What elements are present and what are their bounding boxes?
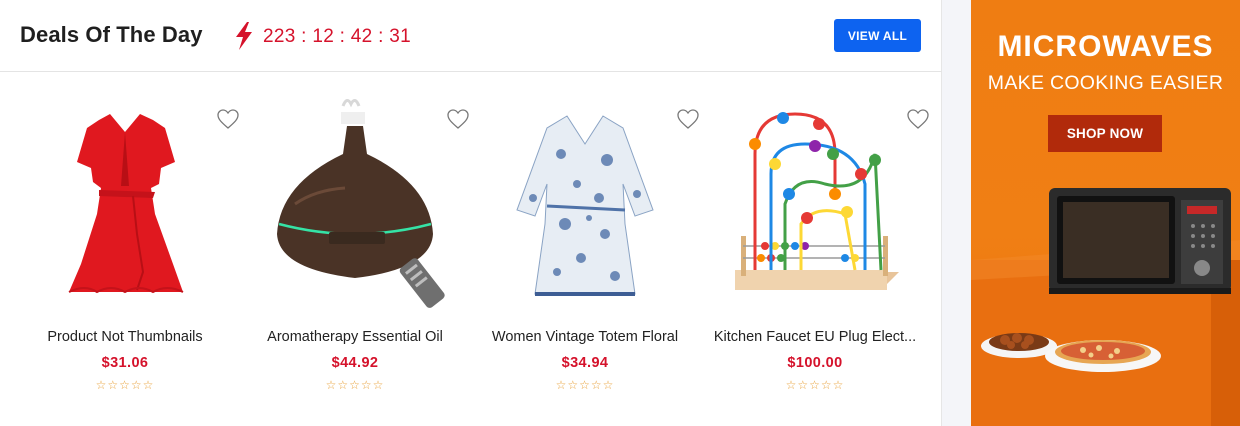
product-list: Product Not Thumbnails $31.06 ☆☆☆☆☆ Arom…	[0, 72, 942, 425]
product-card[interactable]: Product Not Thumbnails $31.06 ☆☆☆☆☆	[10, 72, 240, 425]
product-card[interactable]: Women Vintage Totem Floral $34.94 ☆☆☆☆☆	[470, 72, 700, 425]
product-image-bead-maze-toy[interactable]	[715, 94, 915, 309]
ad-subtitle: MAKE COOKING EASIER	[987, 72, 1224, 94]
microwave-illustration	[971, 188, 1240, 426]
product-name[interactable]: Women Vintage Totem Floral	[470, 329, 700, 345]
lightning-bolt-icon	[236, 22, 252, 50]
deals-of-the-day-panel: Deals Of The Day 223 : 12 : 42 : 31 VIEW…	[0, 0, 942, 426]
product-name[interactable]: Product Not Thumbnails	[10, 329, 240, 345]
product-card[interactable]: Kitchen Faucet EU Plug Elect... $100.00 …	[700, 72, 930, 425]
ad-title: MICROWAVES	[997, 30, 1214, 63]
wishlist-heart-icon[interactable]	[216, 107, 240, 131]
rating-stars: ☆☆☆☆☆	[325, 378, 385, 392]
product-price: $34.94	[561, 355, 609, 371]
rating-stars: ☆☆☆☆☆	[555, 378, 615, 392]
rating-stars: ☆☆☆☆☆	[95, 378, 155, 392]
wishlist-heart-icon[interactable]	[676, 107, 700, 131]
deals-title: Deals Of The Day	[20, 22, 203, 47]
rating-stars: ☆☆☆☆☆	[785, 378, 845, 392]
product-image-red-dress[interactable]	[25, 94, 225, 309]
view-all-button[interactable]: VIEW ALL	[834, 19, 921, 52]
product-price: $44.92	[331, 355, 379, 371]
product-name[interactable]: Aromatherapy Essential Oil	[240, 329, 470, 345]
deals-header: Deals Of The Day 223 : 12 : 42 : 31 VIEW…	[0, 0, 942, 72]
wishlist-heart-icon[interactable]	[906, 107, 930, 131]
product-image-floral-robe[interactable]	[485, 94, 685, 309]
product-price: $31.06	[101, 355, 149, 371]
product-image-aroma-diffuser[interactable]	[255, 94, 455, 309]
microwaves-ad-banner[interactable]: MICROWAVES MAKE COOKING EASIER SHOP NOW	[971, 0, 1240, 426]
product-price: $100.00	[787, 355, 843, 371]
page: Deals Of The Day 223 : 12 : 42 : 31 VIEW…	[0, 0, 1240, 426]
countdown-timer: 223 : 12 : 42 : 31	[263, 26, 412, 47]
shop-now-button[interactable]: SHOP NOW	[1048, 115, 1162, 152]
wishlist-heart-icon[interactable]	[446, 107, 470, 131]
product-name[interactable]: Kitchen Faucet EU Plug Elect...	[700, 329, 930, 345]
product-card[interactable]: Aromatherapy Essential Oil $44.92 ☆☆☆☆☆	[240, 72, 470, 425]
